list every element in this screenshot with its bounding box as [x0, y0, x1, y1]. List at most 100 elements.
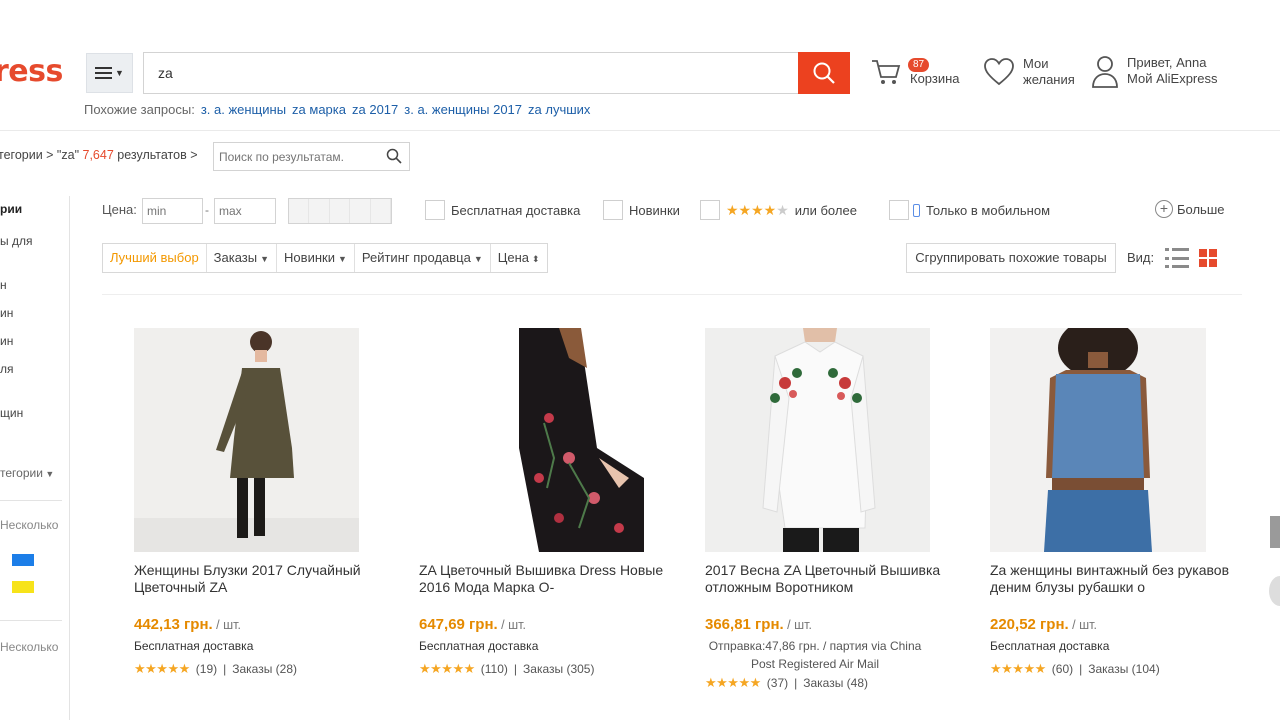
account-link[interactable]: Привет, Anna Мой AliExpress	[1091, 54, 1218, 88]
product-price: 442,13 грн. / шт.	[134, 616, 404, 633]
sort-updown-icon: ⬍	[532, 254, 540, 264]
related-link[interactable]: з. а. женщины 2017	[404, 102, 522, 117]
breadcrumb-path[interactable]: тегории > "za"	[0, 148, 83, 162]
search-input[interactable]	[143, 52, 799, 94]
sort-price[interactable]: Цена ⬍	[491, 244, 547, 272]
search-button[interactable]	[798, 52, 850, 94]
five-star-rating-icon: ★★★★★	[705, 675, 761, 690]
mobile-only-checkbox[interactable]: Только в мобильном	[889, 200, 1050, 220]
price-unit: / шт.	[783, 618, 812, 632]
color-swatch-blue[interactable]	[12, 554, 34, 566]
categories-menu-button[interactable]: ▼	[86, 53, 133, 93]
checkbox-box[interactable]	[889, 200, 909, 220]
cart-icon	[872, 60, 901, 84]
chevron-down-icon: ▼	[42, 469, 55, 479]
all-categories-toggle[interactable]: тегории ▼	[0, 466, 54, 480]
sort-seller-rating[interactable]: Рейтинг продавца ▼	[355, 244, 491, 272]
wishlist-link[interactable]: Мои желания	[983, 56, 1075, 88]
sidebar-divider	[0, 500, 62, 501]
price-max-input[interactable]	[214, 198, 276, 224]
sidebar-category-item[interactable]: ы для	[0, 234, 32, 248]
product-title[interactable]: Za женщины винтажный без рукавов деним б…	[990, 562, 1260, 596]
sidebar-category-item[interactable]: н	[0, 278, 7, 292]
chevron-down-icon: ▼	[260, 254, 270, 264]
sort-orders[interactable]: Заказы ▼	[207, 244, 278, 272]
separator: |	[513, 662, 518, 676]
separator: |	[1079, 662, 1083, 676]
product-card[interactable]: Женщины Блузки 2017 Случайный Цветочный …	[134, 328, 404, 677]
sort-new-items[interactable]: Новинки ▼	[277, 244, 355, 272]
new-items-checkbox[interactable]: Новинки	[603, 200, 680, 220]
product-title[interactable]: ZA Цветочный Вышивка Dress Новые 2016 Мо…	[419, 562, 689, 596]
order-count: Заказы (305)	[523, 662, 595, 676]
grid-view-icon[interactable]	[1199, 249, 1217, 267]
five-star-rating-icon: ★★★★★	[134, 661, 190, 676]
price-range-dash: -	[205, 203, 209, 217]
color-swatch-yellow[interactable]	[12, 581, 34, 593]
related-link[interactable]: za марка	[292, 102, 346, 117]
five-star-rating-icon: ★★★★★	[990, 661, 1046, 676]
product-title[interactable]: Женщины Блузки 2017 Случайный Цветочный …	[134, 562, 404, 596]
sort-bar: Лучший выбор Заказы ▼ Новинки ▼ Рейтинг пр…	[102, 243, 548, 273]
review-count[interactable]: (37)	[767, 676, 788, 690]
checkbox-box[interactable]	[603, 200, 623, 220]
cart-label: Корзина	[910, 71, 960, 86]
product-image[interactable]	[134, 328, 359, 552]
review-count[interactable]: (110)	[481, 662, 508, 676]
related-link[interactable]: з. а. женщины	[201, 102, 286, 117]
page-scrollbar-thumb[interactable]	[1270, 516, 1280, 548]
sidebar-category-item[interactable]: ин	[0, 306, 13, 320]
product-photo-khaki-dress	[134, 328, 359, 552]
product-image[interactable]	[705, 328, 930, 552]
price-range-slider[interactable]	[288, 198, 392, 224]
breadcrumb-suffix: результатов >	[113, 148, 198, 162]
product-title[interactable]: 2017 Весна ZA Цветочный Вышивка отложным…	[705, 562, 975, 596]
product-image[interactable]	[990, 328, 1206, 552]
account-label: Привет, Anna Мой AliExpress	[1127, 55, 1218, 87]
list-view-icon[interactable]	[1165, 248, 1189, 268]
sidebar-category-item[interactable]: щин	[0, 406, 23, 420]
sidebar-category-item[interactable]: ля	[0, 362, 14, 376]
order-count: Заказы (104)	[1088, 662, 1160, 676]
review-count[interactable]: (19)	[196, 662, 217, 676]
shipping-info: Бесплатная доставка	[134, 639, 254, 653]
cart-link[interactable]: 87 Корзина	[870, 56, 960, 88]
product-price: 366,81 грн. / шт.	[705, 616, 975, 633]
sidebar-multiselect[interactable]: Несколько	[0, 640, 58, 654]
sort-best-match[interactable]: Лучший выбор	[103, 244, 207, 272]
category-sidebar: рии ы для н ин ин ля щин тегории ▼ Неско…	[0, 196, 70, 720]
free-shipping-label: Бесплатная доставка	[451, 202, 581, 218]
price-value: 366,81 грн.	[705, 616, 784, 633]
my-aliexpress-link[interactable]: Мой AliExpress	[1127, 71, 1218, 86]
free-shipping-checkbox[interactable]: Бесплатная доставка	[425, 200, 580, 220]
view-label: Вид:	[1127, 250, 1155, 265]
review-count[interactable]: (60)	[1052, 662, 1073, 676]
product-card[interactable]: 2017 Весна ZA Цветочный Вышивка отложным…	[705, 328, 975, 691]
aliexpress-logo[interactable]: ress	[0, 54, 63, 89]
search-in-results-input[interactable]	[213, 142, 410, 171]
checkbox-box[interactable]	[425, 200, 445, 220]
more-filters-button[interactable]: + Больше	[1155, 200, 1225, 218]
price-unit: / шт.	[212, 618, 241, 632]
wishlist-line1: Мои	[1023, 56, 1049, 71]
related-link[interactable]: za 2017	[352, 102, 398, 117]
product-card[interactable]: Za женщины винтажный без рукавов деним б…	[990, 328, 1260, 677]
product-image[interactable]	[419, 328, 644, 552]
hamburger-icon	[95, 67, 113, 79]
product-price: 647,69 грн. / шт.	[419, 616, 689, 633]
related-link[interactable]: za лучших	[528, 102, 590, 117]
search-icon	[813, 62, 835, 84]
back-to-top-button[interactable]	[1269, 576, 1280, 606]
shipping-info: Бесплатная доставка	[419, 639, 539, 653]
rating-filter-checkbox[interactable]: ★★★★★ или более	[700, 200, 857, 220]
product-card[interactable]: ZA Цветочный Вышивка Dress Новые 2016 Мо…	[419, 328, 689, 677]
price-min-input[interactable]	[142, 198, 203, 224]
rating-suffix-label: или более	[794, 202, 857, 218]
search-icon[interactable]	[386, 148, 402, 164]
header-divider	[0, 130, 1280, 131]
group-similar-button[interactable]: Сгруппировать похожие товары	[906, 243, 1116, 273]
sidebar-multiselect[interactable]: Несколько	[0, 518, 58, 532]
sidebar-category-item[interactable]: ин	[0, 334, 13, 348]
chevron-down-icon: ▼	[115, 68, 124, 78]
checkbox-box[interactable]	[700, 200, 720, 220]
